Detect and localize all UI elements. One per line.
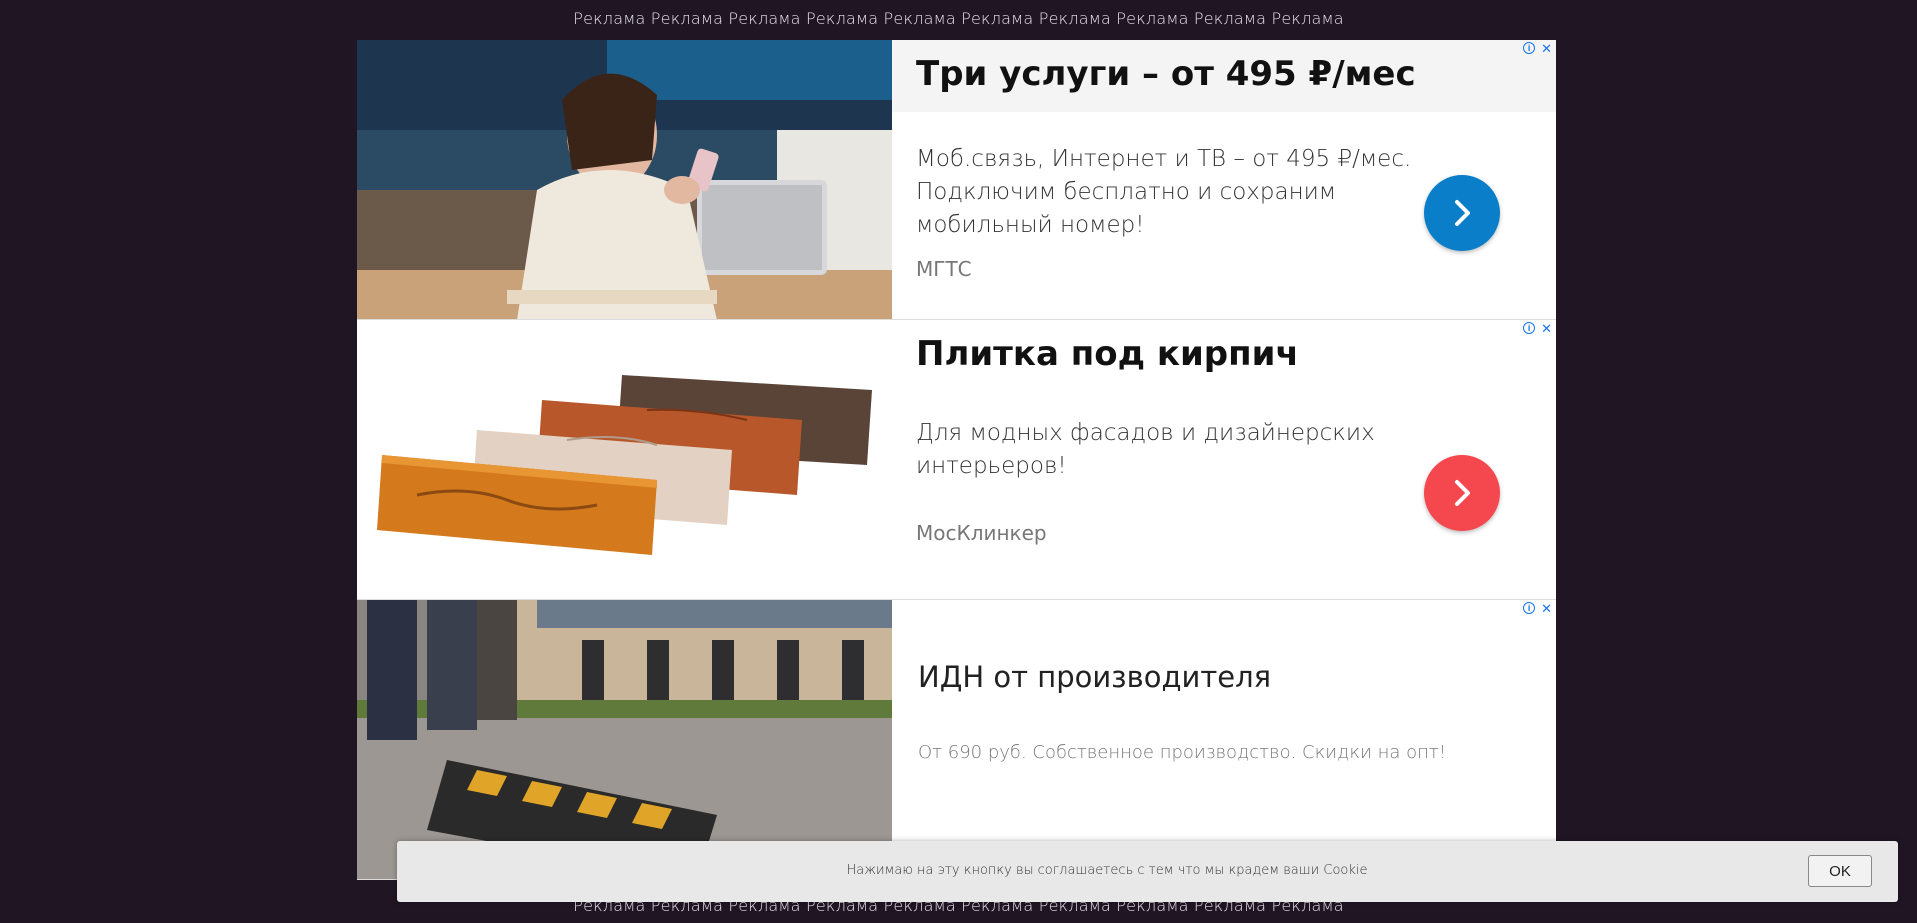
ad-title[interactable]: ИДН от производителя bbox=[892, 660, 1556, 732]
ad-go-button[interactable] bbox=[1424, 175, 1500, 251]
ad-body[interactable]: Три услуги – от 495 ₽/мес Моб.связь, Инт… bbox=[892, 40, 1556, 319]
ad-badges: i ✕ bbox=[1523, 42, 1552, 56]
ad-go-button[interactable] bbox=[1424, 455, 1500, 531]
cookie-message: Нажимаю на эту кнопку вы соглашаетесь с … bbox=[846, 863, 1368, 878]
ad-description: Для модных фасадов и дизайнерских интерь… bbox=[916, 420, 1375, 479]
chevron-right-icon bbox=[1455, 200, 1470, 226]
ad-image-woman-with-phone[interactable] bbox=[357, 40, 892, 319]
ad-image-speed-bump[interactable] bbox=[357, 600, 892, 879]
cookie-ok-button[interactable]: OK bbox=[1808, 855, 1872, 887]
ad-close-icon[interactable]: ✕ bbox=[1541, 322, 1552, 336]
ad-info-icon[interactable]: i bbox=[1523, 322, 1536, 334]
ad-card-mosklinker[interactable]: Плитка под кирпич Для модных фасадов и д… bbox=[357, 320, 1556, 600]
ad-close-icon[interactable]: ✕ bbox=[1541, 602, 1552, 616]
ad-domain[interactable]: МГТС bbox=[916, 257, 972, 281]
ad-card-mgts[interactable]: Три услуги – от 495 ₽/мес Моб.связь, Инт… bbox=[357, 40, 1556, 320]
ad-title[interactable]: Три услуги – от 495 ₽/мес bbox=[892, 40, 1556, 112]
ad-description: От 690 руб. Собственное производство. Ск… bbox=[918, 742, 1447, 763]
cookie-banner: Нажимаю на эту кнопку вы соглашаетесь с … bbox=[397, 841, 1898, 902]
ad-strip-top: Реклама Реклама Реклама Реклама Реклама … bbox=[573, 9, 1344, 28]
ad-close-icon[interactable]: ✕ bbox=[1541, 42, 1552, 56]
ad-image-brick-tiles[interactable] bbox=[357, 320, 892, 599]
ad-body[interactable]: Плитка под кирпич Для модных фасадов и д… bbox=[892, 320, 1556, 599]
ad-badges: i ✕ bbox=[1523, 322, 1552, 336]
ad-domain[interactable]: МосКлинкер bbox=[916, 521, 1047, 545]
ad-description: Моб.связь, Интернет и ТВ – от 495 ₽/мес.… bbox=[916, 146, 1412, 238]
ad-title[interactable]: Плитка под кирпич bbox=[892, 320, 1556, 392]
ad-container: Три услуги – от 495 ₽/мес Моб.связь, Инт… bbox=[357, 40, 1556, 880]
ad-badges: i ✕ bbox=[1523, 602, 1552, 616]
ad-info-icon[interactable]: i bbox=[1523, 602, 1536, 614]
ad-info-icon[interactable]: i bbox=[1523, 42, 1536, 54]
chevron-right-icon bbox=[1455, 480, 1470, 506]
ad-body[interactable]: ИДН от производителя От 690 руб. Собстве… bbox=[892, 600, 1556, 879]
ad-card-idn[interactable]: ИДН от производителя От 690 руб. Собстве… bbox=[357, 600, 1556, 880]
